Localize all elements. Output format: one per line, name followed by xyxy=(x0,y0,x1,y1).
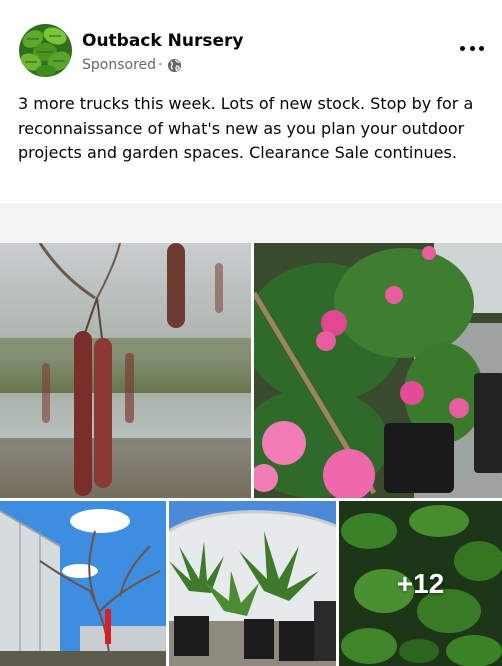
photo-camellias[interactable] xyxy=(254,243,502,498)
post-body-text: 3 more trucks this week. Lots of new sto… xyxy=(18,94,474,162)
sponsored-label[interactable]: Sponsored xyxy=(82,57,156,73)
photo-leafy-shrub[interactable]: +12 xyxy=(339,501,502,666)
photo-divider xyxy=(0,203,502,243)
more-options-button[interactable] xyxy=(460,40,484,56)
photo-bare-tree[interactable] xyxy=(0,501,166,666)
post-meta: Sponsored · xyxy=(82,57,182,73)
globe-icon[interactable] xyxy=(167,58,182,73)
post-header: Outback Nursery Sponsored · xyxy=(0,0,502,90)
photo-catkins[interactable] xyxy=(0,243,251,498)
photo-potted-palms[interactable] xyxy=(169,501,336,666)
meta-separator: · xyxy=(158,57,163,73)
page-name-link[interactable]: Outback Nursery xyxy=(82,31,243,51)
sponsored-post-card: Outback Nursery Sponsored · 3 more truck… xyxy=(0,0,502,666)
page-avatar[interactable] xyxy=(19,24,72,77)
more-photos-count[interactable]: +12 xyxy=(339,501,502,666)
ellipsis-icon xyxy=(460,45,465,51)
